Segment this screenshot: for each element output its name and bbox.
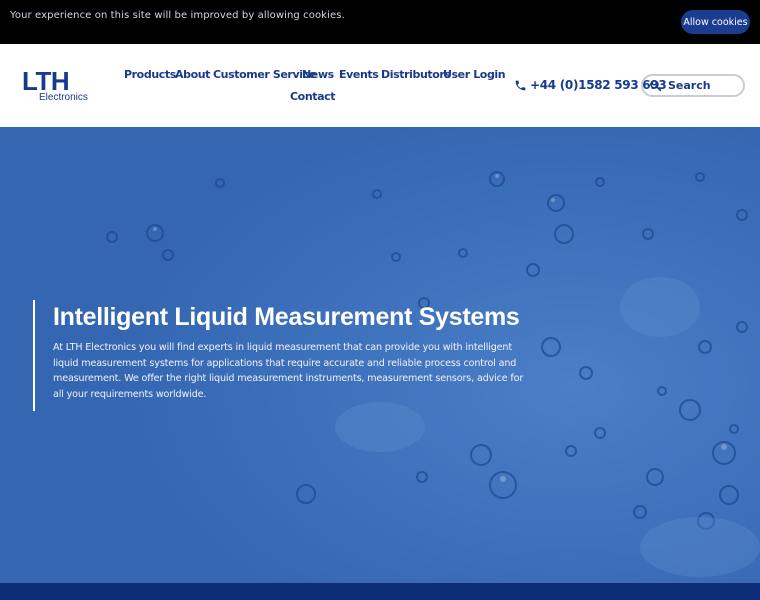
nav-item-news[interactable]: News [302, 68, 334, 81]
hero-banner: Intelligent Liquid Measurement Systems A… [0, 127, 760, 600]
nav-item-contact[interactable]: Contact [290, 90, 336, 103]
cookie-bar: Your experience on this site will be imp… [0, 0, 760, 44]
logo-subtitle: Electronics [39, 92, 88, 103]
nav-item-about[interactable]: About [175, 68, 210, 81]
nav-item-user-login[interactable]: User Login [443, 68, 506, 81]
nav-item-products[interactable]: Products [124, 68, 176, 81]
logo-mark: LTH [22, 66, 70, 96]
phone-icon [515, 80, 526, 90]
hero-description: At LTH Electronics you will find experts… [53, 342, 524, 400]
search-icon [650, 80, 662, 92]
allow-cookies-button[interactable]: Allow cookies [681, 10, 750, 34]
nav-item-events[interactable]: Events [339, 68, 379, 81]
logo[interactable]: LTH Electronics [22, 68, 94, 104]
hero-bottom-band [0, 583, 760, 600]
search-input[interactable] [668, 79, 728, 92]
hero-accent-rule [33, 300, 35, 411]
hero-title: Intelligent Liquid Measurement Systems [53, 303, 520, 331]
cookie-message: Your experience on this site will be imp… [10, 10, 345, 21]
nav-item-distributors[interactable]: Distributors [381, 68, 451, 81]
site-header: LTH Electronics Products About Customer … [0, 44, 760, 127]
nav-item-customer-service[interactable]: Customer Service [213, 68, 316, 81]
search-box[interactable] [641, 74, 745, 97]
